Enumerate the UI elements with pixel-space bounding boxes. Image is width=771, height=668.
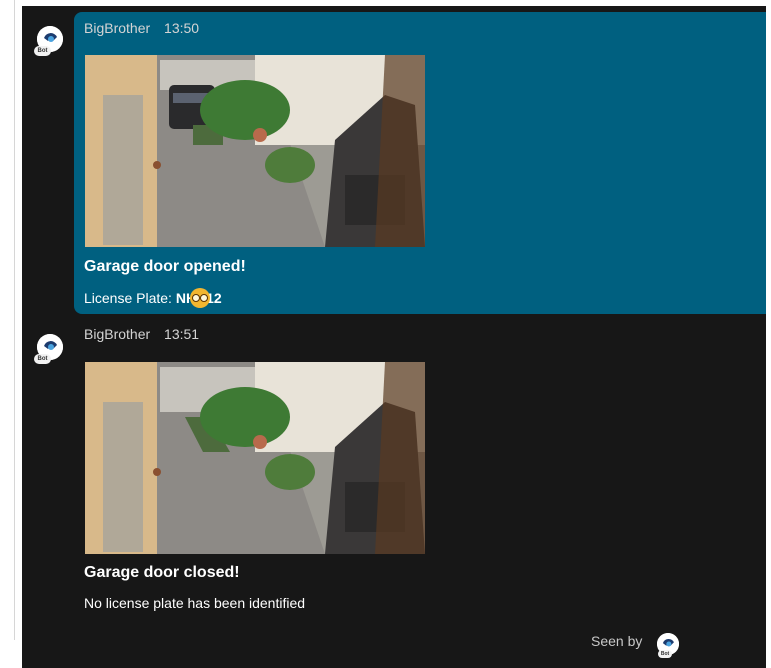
seen-by-label: Seen by [591, 633, 643, 649]
chat-message[interactable]: Bot BigBrother 13:51 Garage door closed!… [22, 322, 766, 612]
avatar[interactable]: Bot [34, 26, 63, 56]
bot-badge: Bot [658, 650, 672, 658]
chat-timeline[interactable]: Bot BigBrother 13:50 Garage door opened!… [22, 6, 766, 668]
license-plate-label: License Plate: [84, 290, 176, 306]
camera-snapshot-image[interactable] [85, 55, 425, 247]
sender-name[interactable]: BigBrother [84, 20, 150, 36]
message-header: BigBrother 13:51 [84, 326, 199, 342]
seen-by-avatar[interactable]: Bot [657, 633, 679, 658]
message-header: BigBrother 13:50 [84, 20, 199, 36]
chat-message[interactable]: Bot BigBrother 13:50 Garage door opened!… [22, 6, 766, 314]
garage-empty-photo [85, 362, 425, 554]
message-text: No license plate has been identified [84, 595, 306, 611]
license-plate-line: License Plate: NH 12 [84, 288, 222, 308]
bot-badge: Bot [34, 46, 51, 56]
message-title: Garage door opened! [84, 258, 246, 275]
camera-snapshot-image[interactable] [85, 362, 425, 554]
avatar[interactable]: Bot [34, 334, 63, 364]
bot-badge: Bot [34, 354, 51, 364]
message-title: Garage door closed! [84, 564, 240, 581]
left-divider [14, 0, 15, 640]
garage-car-photo [85, 55, 425, 247]
nerd-face-emoji-icon [190, 288, 211, 308]
message-time: 13:51 [164, 326, 200, 342]
message-time: 13:50 [164, 20, 200, 36]
sender-name[interactable]: BigBrother [84, 326, 150, 342]
